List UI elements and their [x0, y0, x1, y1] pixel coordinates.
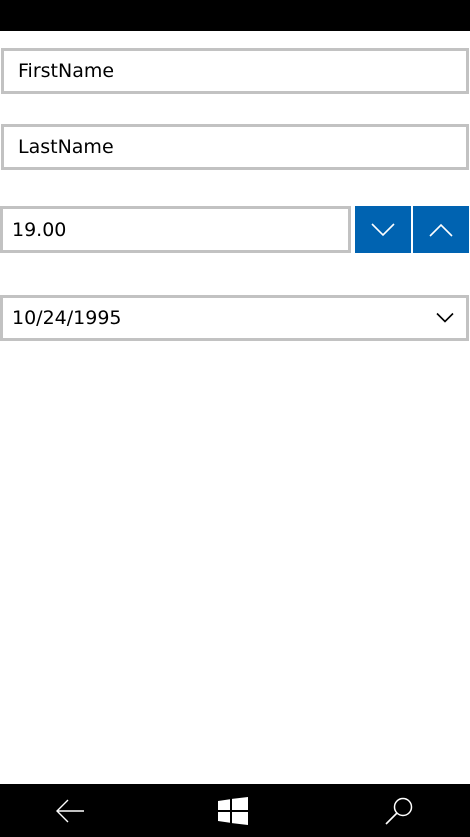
first-name-value: FirstName: [18, 60, 115, 82]
system-navigation-bar: [0, 784, 470, 837]
app-screen: FirstName LastName 19.00 10/24/1995: [0, 0, 470, 837]
decrement-button[interactable]: [355, 206, 411, 253]
back-arrow-icon: [55, 799, 85, 823]
windows-logo-icon: [218, 796, 248, 825]
increment-button[interactable]: [413, 206, 469, 253]
first-name-field[interactable]: FirstName: [1, 48, 469, 94]
status-bar: [0, 0, 470, 31]
start-button[interactable]: [198, 784, 268, 837]
chevron-down-icon: [436, 312, 454, 324]
chevron-up-icon: [429, 223, 453, 237]
last-name-value: LastName: [18, 136, 114, 158]
back-button[interactable]: [35, 784, 105, 837]
date-picker[interactable]: 10/24/1995: [0, 295, 469, 341]
date-value: 10/24/1995: [12, 307, 122, 329]
search-button[interactable]: [364, 784, 434, 837]
search-icon: [384, 796, 414, 826]
chevron-down-icon: [371, 222, 395, 237]
numeric-value: 19.00: [12, 218, 67, 241]
last-name-field[interactable]: LastName: [1, 124, 469, 170]
numeric-up-down-field[interactable]: 19.00: [0, 206, 351, 253]
